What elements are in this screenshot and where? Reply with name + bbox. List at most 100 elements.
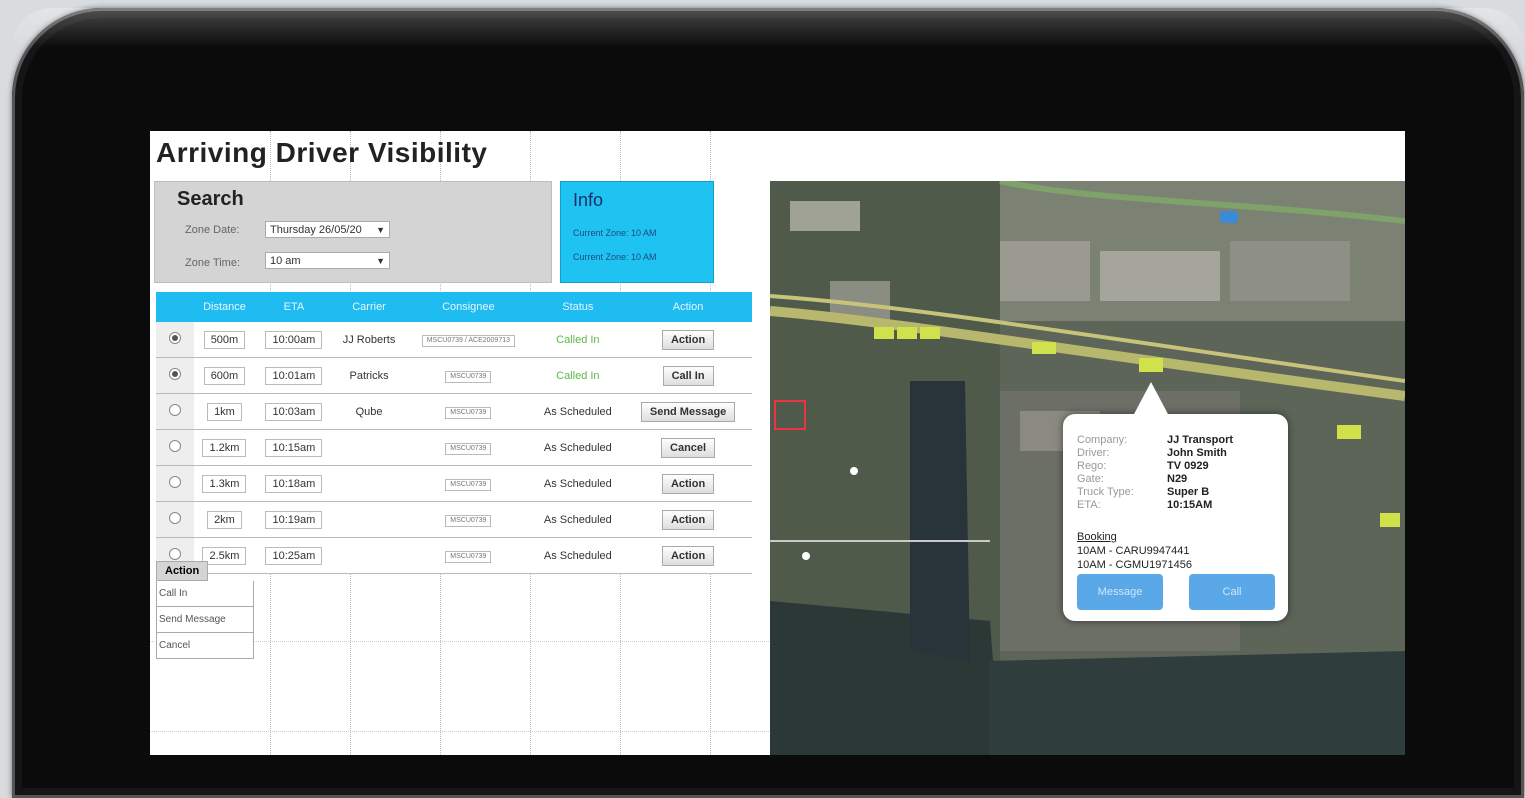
page-title: Arriving Driver Visibility <box>156 137 488 168</box>
consignee-value: MSCU0739 / ACE2009713 <box>421 334 515 347</box>
row-select-cell[interactable] <box>156 465 194 502</box>
status-cell: As Scheduled <box>531 465 625 502</box>
carrier-value: JJ Roberts <box>342 333 396 346</box>
action-button[interactable]: Action <box>661 509 715 530</box>
consignee-value: MSCU0739 <box>445 550 492 563</box>
menu-item-cancel[interactable]: Cancel <box>156 633 254 659</box>
row-radio-button[interactable] <box>169 368 181 380</box>
distance-value: 600m <box>203 366 246 385</box>
status-value: As Scheduled <box>543 477 612 490</box>
popup-eta-row: ETA: 10:15AM <box>1077 499 1277 512</box>
popup-label: Rego: <box>1077 460 1107 472</box>
table-row[interactable]: 2km 10:19am MSCU0739 As Scheduled Action <box>156 501 752 538</box>
zone-date-value: Thursday 26/05/20 <box>270 224 362 236</box>
eta-cell: 10:00am <box>254 322 333 358</box>
consignee-cell: MSCU0739 <box>405 501 532 538</box>
row-radio-button[interactable] <box>169 476 181 488</box>
eta-cell: 10:18am <box>254 465 333 502</box>
action-cell: Action <box>624 537 752 574</box>
app-screen: Arriving Driver Visibility Search Zone D… <box>150 131 1405 755</box>
action-cell: Send Message <box>624 393 752 430</box>
row-radio-button[interactable] <box>169 404 181 416</box>
popup-driver: John Smith <box>1167 447 1227 459</box>
eta-cell: 10:25am <box>254 537 333 574</box>
action-button[interactable]: Action <box>661 545 715 566</box>
zone-date-select[interactable]: Thursday 26/05/20 ▼ <box>265 221 390 238</box>
consignee-cell: MSCU0739 <box>405 465 532 502</box>
eta-value: 10:01am <box>265 366 323 385</box>
popup-label: Truck Type: <box>1077 486 1134 498</box>
message-button[interactable]: Message <box>1077 574 1163 610</box>
distance-cell: 1km <box>194 393 255 430</box>
popup-label: ETA: <box>1077 499 1101 511</box>
action-cell: Action <box>624 501 752 538</box>
row-select-cell[interactable] <box>156 429 194 466</box>
row-select-cell[interactable] <box>156 393 194 430</box>
eta-value: 10:25am <box>265 546 323 565</box>
menu-item-send-message[interactable]: Send Message <box>156 607 254 633</box>
column-header[interactable]: Status <box>531 292 625 322</box>
status-cell: Called In <box>531 322 625 358</box>
action-menu-spec: Action Call In Send Message Cancel <box>156 561 256 659</box>
popup-truck: Super B <box>1167 486 1210 498</box>
action-cell: Action <box>624 322 752 358</box>
search-heading: Search <box>177 188 244 210</box>
status-cell: Called In <box>531 357 625 394</box>
column-header[interactable]: Consignee <box>405 292 532 322</box>
carrier-cell <box>332 501 406 538</box>
column-header[interactable]: Action <box>624 292 752 322</box>
info-heading: Info <box>573 190 604 210</box>
popup-eta: 10:15AM <box>1167 499 1213 511</box>
distance-value: 1km <box>207 402 242 421</box>
dropdown-arrow-icon: ▼ <box>376 225 385 235</box>
row-select-cell[interactable] <box>156 357 194 394</box>
menu-item-call-in[interactable]: Call In <box>156 581 254 607</box>
action-button[interactable]: Send Message <box>640 401 736 422</box>
consignee-value: MSCU0739 <box>445 514 492 527</box>
consignee-cell: MSCU0739 <box>405 429 532 466</box>
row-radio-button[interactable] <box>169 332 181 344</box>
action-button[interactable]: Action <box>661 329 715 350</box>
info-line: Current Zone: 10 AM <box>573 252 657 262</box>
row-radio-button[interactable] <box>169 548 181 560</box>
column-header[interactable]: Carrier <box>332 292 406 322</box>
row-radio-button[interactable] <box>169 512 181 524</box>
action-button[interactable]: Action <box>661 473 715 494</box>
action-button[interactable]: Cancel <box>661 437 716 458</box>
info-line: Current Zone: 10 AM <box>573 228 657 238</box>
row-radio-button[interactable] <box>169 440 181 452</box>
action-button[interactable]: Call In <box>662 365 714 386</box>
popup-company-row: Company: JJ Transport <box>1077 434 1277 447</box>
driver-info-popup: Company: JJ Transport Driver: John Smith R… <box>1063 382 1288 621</box>
status-value: As Scheduled <box>543 405 612 418</box>
eta-value: 10:00am <box>265 330 323 349</box>
distance-value: 1.2km <box>202 438 247 457</box>
row-select-cell[interactable] <box>156 322 194 358</box>
table-body: 500m 10:00am JJ Roberts MSCU0739 / ACE20097… <box>156 322 752 574</box>
eta-value: 10:19am <box>265 510 323 529</box>
call-button[interactable]: Call <box>1189 574 1275 610</box>
carrier-cell: Qube <box>332 393 406 430</box>
popup-booking-line: 10AM - CARU9947441 <box>1077 545 1190 557</box>
status-value: Called In <box>556 369 600 382</box>
arrivals-table: Distance ETA Carrier Consignee Status Action … <box>156 292 752 574</box>
action-menu-header[interactable]: Action <box>156 561 209 581</box>
search-panel: Search Zone Date: Thursday 26/05/20 ▼ Zo… <box>154 181 552 283</box>
dropdown-arrow-icon: ▼ <box>376 256 385 266</box>
table-row[interactable]: 1.3km 10:18am MSCU0739 As Scheduled Action <box>156 465 752 502</box>
table-row[interactable]: 1.2km 10:15am MSCU0739 As Scheduled Cancel <box>156 429 752 466</box>
zone-time-select[interactable]: 10 am ▼ <box>265 252 390 269</box>
consignee-cell: MSCU0739 / ACE2009713 <box>405 322 532 358</box>
carrier-cell: Patricks <box>332 357 406 394</box>
table-row[interactable]: 500m 10:00am JJ Roberts MSCU0739 / ACE20097… <box>156 322 752 358</box>
column-header[interactable]: ETA <box>254 292 333 322</box>
table-row[interactable]: 600m 10:01am Patricks MSCU0739 Called In Call… <box>156 357 752 394</box>
table-row[interactable]: 1km 10:03am Qube MSCU0739 As Scheduled Send M… <box>156 393 752 430</box>
column-header[interactable]: Distance <box>194 292 255 322</box>
row-select-cell[interactable] <box>156 501 194 538</box>
eta-cell: 10:15am <box>254 429 333 466</box>
distance-cell: 1.2km <box>194 429 255 466</box>
column-header[interactable] <box>156 292 194 322</box>
popup-driver-row: Driver: John Smith <box>1077 447 1277 460</box>
popup-booking-line: 10AM - CGMU1971456 <box>1077 559 1192 571</box>
